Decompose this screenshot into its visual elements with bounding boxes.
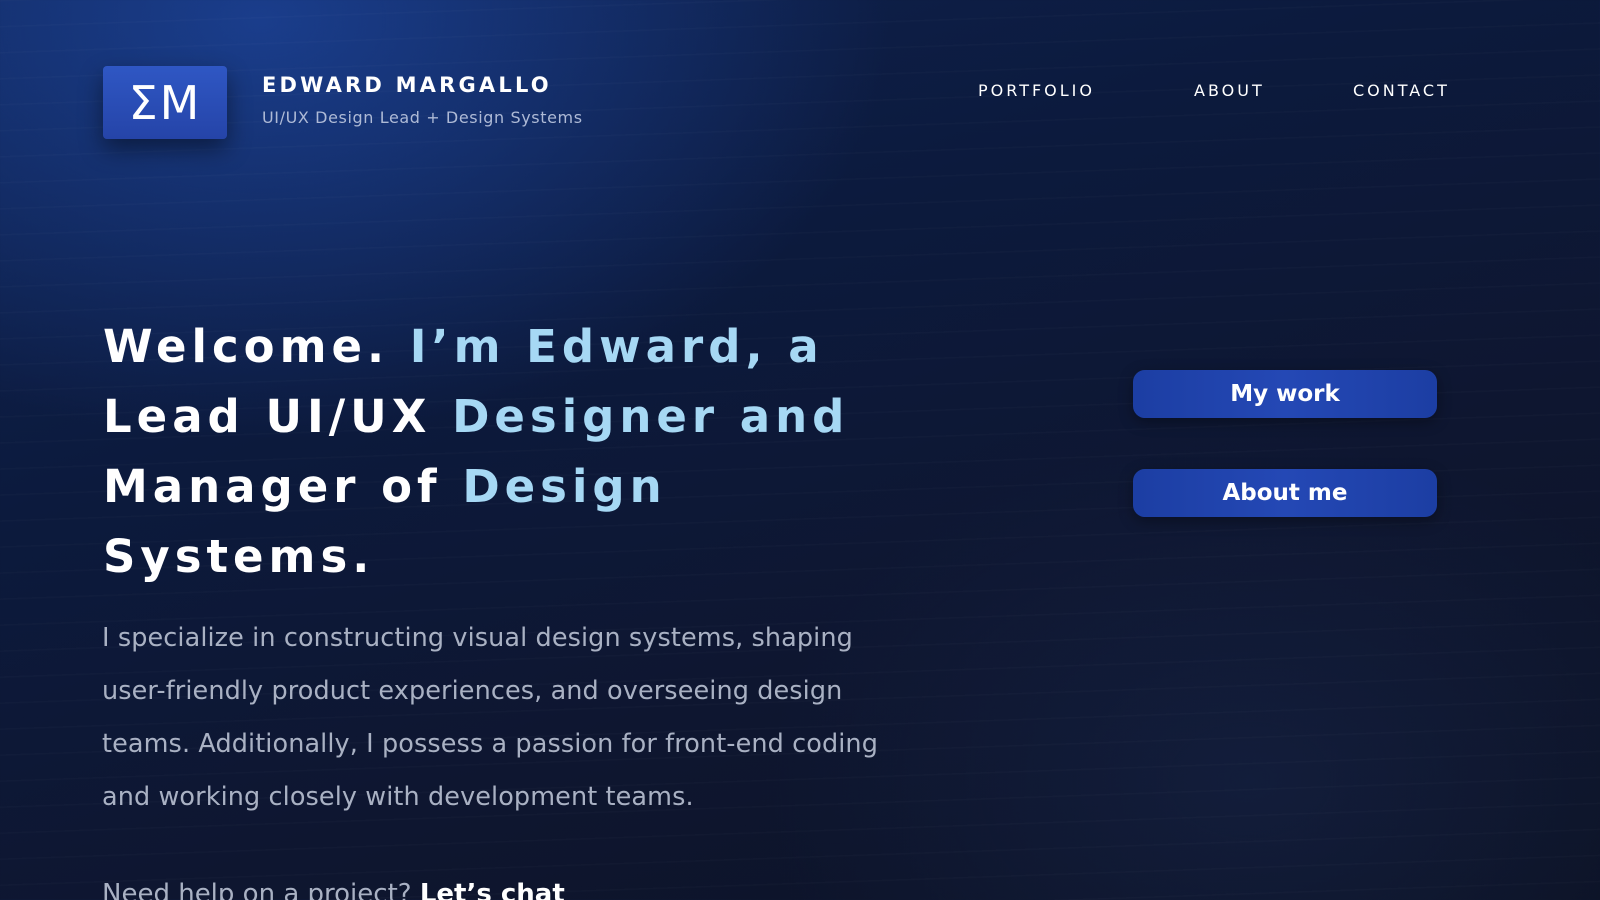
logo[interactable]: ΣM (103, 66, 227, 139)
brand-name: EDWARD MARGALLO (262, 73, 552, 97)
headline-segment: Systems. (103, 530, 375, 583)
my-work-button[interactable]: My work (1133, 370, 1437, 418)
hero-headline: Welcome. I’m Edward, a Lead UI/UX Designe… (103, 312, 923, 592)
headline-segment-highlight: Design (462, 460, 667, 513)
nav-link-about[interactable]: ABOUT (1194, 81, 1265, 100)
headline-segment-highlight: Designer and (452, 390, 850, 443)
headline-segment-highlight: I’m Edward, a (409, 320, 824, 373)
cta-question: Need help on a project? (102, 879, 420, 900)
nav-link-contact[interactable]: CONTACT (1353, 81, 1450, 100)
nav-link-portfolio[interactable]: PORTFOLIO (978, 81, 1095, 100)
lets-chat-link[interactable]: Let’s chat (420, 879, 565, 900)
headline-segment: Lead UI/UX (103, 390, 453, 443)
headline-segment: Welcome. (103, 320, 410, 373)
contact-cta: Need help on a project? Let’s chat (102, 878, 565, 900)
about-me-button[interactable]: About me (1133, 469, 1437, 517)
logo-monogram: ΣM (128, 75, 202, 130)
headline-segment: Manager of (103, 460, 463, 513)
hero-intro: I specialize in constructing visual desi… (102, 623, 878, 812)
brand-tagline: UI/UX Design Lead + Design Systems (262, 108, 583, 127)
